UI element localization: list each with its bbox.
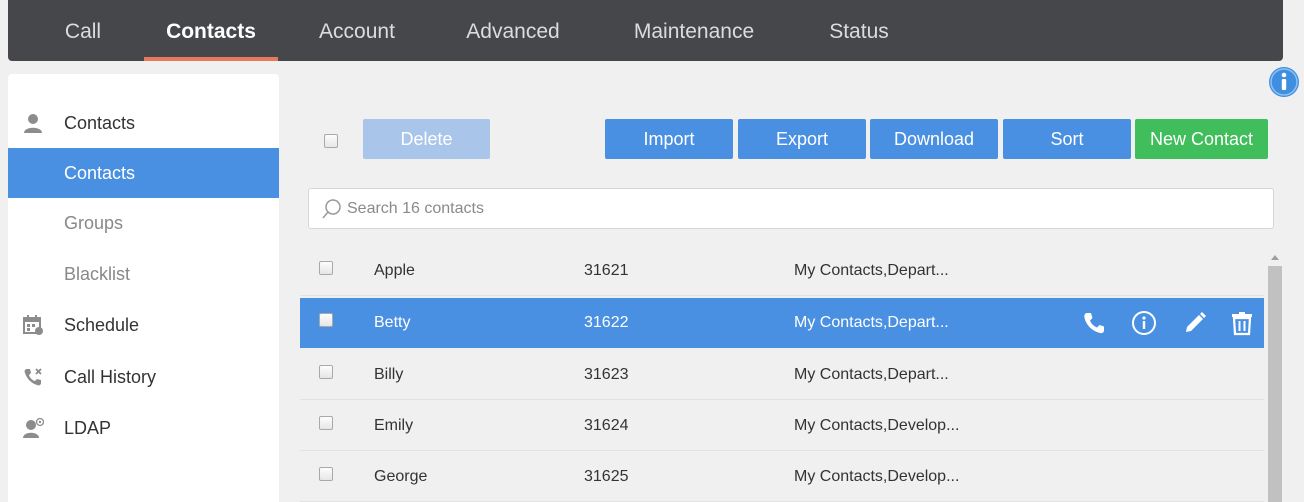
contact-name: Apple — [374, 262, 415, 279]
contact-number: 31621 — [584, 262, 629, 279]
table-row[interactable]: Betty 31622 My Contacts,Depart... — [300, 298, 1264, 348]
table-row[interactable]: George 31625 My Contacts,Develop... — [300, 452, 1264, 502]
sidebar-item-label: Call History — [64, 367, 157, 387]
contact-number: 31623 — [584, 366, 629, 383]
download-button[interactable]: Download — [870, 119, 998, 159]
phone-icon[interactable] — [1081, 310, 1107, 336]
tab-status[interactable]: Status — [814, 0, 904, 61]
contact-groups: My Contacts,Depart... — [794, 262, 949, 279]
person-icon — [24, 114, 42, 133]
sidebar-item-label: LDAP — [64, 418, 112, 438]
export-button[interactable]: Export — [738, 119, 866, 159]
search-icon — [322, 199, 341, 219]
info-icon[interactable] — [1131, 310, 1157, 336]
call-history-icon — [24, 368, 42, 386]
sidebar-item-ldap[interactable]: LDAP — [8, 403, 279, 453]
contact-name: George — [374, 468, 428, 485]
sidebar-item-blacklist[interactable]: Blacklist — [8, 249, 279, 299]
contact-groups: My Contacts,Depart... — [794, 314, 949, 331]
tab-contacts[interactable]: Contacts — [144, 0, 278, 61]
scrollbar-thumb[interactable] — [1268, 266, 1282, 502]
table-row[interactable]: Emily 31624 My Contacts,Develop... — [300, 401, 1264, 451]
tab-call[interactable]: Call — [48, 0, 118, 61]
tab-maintenance[interactable]: Maintenance — [614, 0, 774, 61]
tab-advanced[interactable]: Advanced — [446, 0, 580, 61]
sidebar: Contacts Contacts Groups Blacklist Sched… — [8, 74, 279, 502]
sidebar-item-label: Blacklist — [64, 264, 131, 284]
contact-name: Billy — [374, 366, 404, 383]
row-actions — [1074, 298, 1264, 348]
sort-button[interactable]: Sort — [1003, 119, 1131, 159]
contact-number: 31624 — [584, 417, 629, 434]
contact-groups: My Contacts,Depart... — [794, 366, 949, 383]
sidebar-item-label: Contacts — [64, 113, 136, 133]
info-icon[interactable] — [1268, 66, 1300, 98]
sidebar-item-groups[interactable]: Groups — [8, 198, 279, 248]
tab-account[interactable]: Account — [302, 0, 412, 61]
contact-groups: My Contacts,Develop... — [794, 417, 960, 434]
delete-button[interactable]: Delete — [363, 119, 490, 159]
table-row[interactable]: Apple 31621 My Contacts,Depart... — [300, 246, 1264, 296]
search-input[interactable] — [347, 197, 1247, 221]
new-contact-button[interactable]: New Contact — [1135, 119, 1268, 159]
row-checkbox[interactable] — [319, 313, 333, 327]
sidebar-item-label: Schedule — [64, 315, 140, 335]
edit-icon[interactable] — [1182, 310, 1208, 336]
row-checkbox[interactable] — [319, 467, 333, 481]
sidebar-item-call-history[interactable]: Call History — [8, 352, 279, 402]
contact-name: Betty — [374, 314, 411, 331]
search-box — [308, 188, 1274, 229]
calendar-icon — [23, 315, 43, 335]
sidebar-item-label: Contacts — [64, 163, 136, 183]
scroll-up-arrow-icon[interactable] — [1266, 248, 1284, 266]
trash-icon[interactable] — [1229, 310, 1255, 336]
sidebar-item-label: Groups — [64, 213, 124, 233]
top-nav: Call Contacts Account Advanced Maintenan… — [8, 0, 1283, 61]
row-checkbox[interactable] — [319, 416, 333, 430]
import-button[interactable]: Import — [605, 119, 733, 159]
sidebar-item-contacts[interactable]: Contacts — [8, 148, 279, 198]
sidebar-item-contacts-section[interactable]: Contacts — [8, 98, 279, 148]
contact-number: 31622 — [584, 314, 629, 331]
sidebar-item-schedule[interactable]: Schedule — [8, 300, 279, 350]
contact-number: 31625 — [584, 468, 629, 485]
active-tab-indicator — [144, 57, 278, 61]
select-all-checkbox[interactable] — [324, 134, 338, 148]
row-checkbox[interactable] — [319, 365, 333, 379]
contact-name: Emily — [374, 417, 414, 434]
contact-groups: My Contacts,Develop... — [794, 468, 960, 485]
table-row[interactable]: Billy 31623 My Contacts,Depart... — [300, 350, 1264, 400]
row-checkbox[interactable] — [319, 261, 333, 275]
ldap-icon — [23, 417, 44, 438]
